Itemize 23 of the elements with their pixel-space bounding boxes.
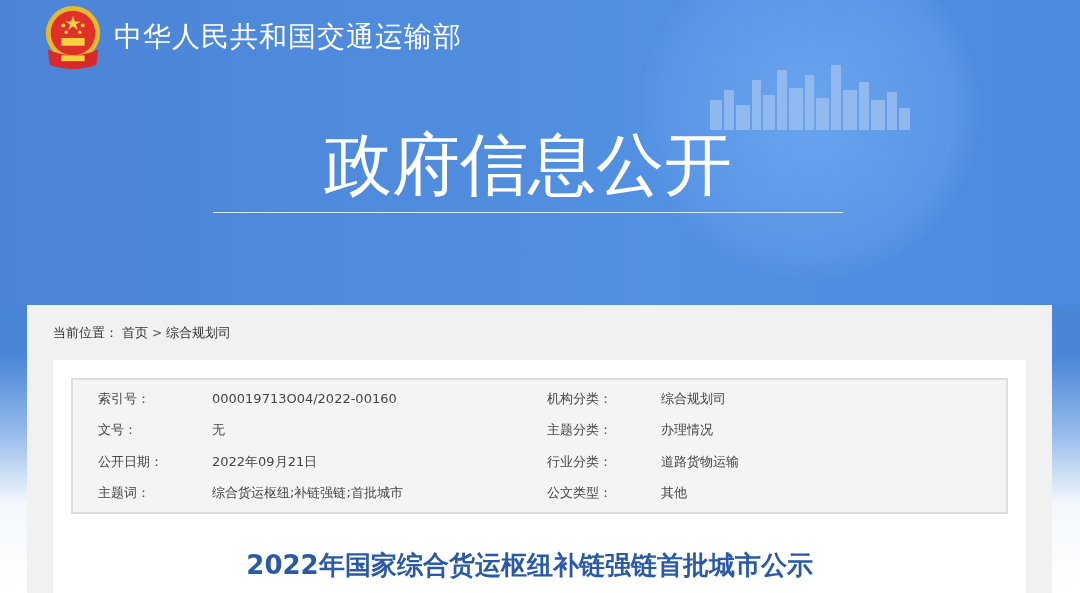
- info-value: 2022年09月21日: [212, 452, 318, 471]
- info-label: 索引号：: [97, 389, 151, 408]
- info-label: 公开日期：: [97, 452, 164, 471]
- info-label: 主题词：: [97, 484, 151, 503]
- info-value: 000019713O04/2022-00160: [212, 391, 397, 407]
- info-value: 其他: [660, 484, 687, 503]
- banner-title: 政府信息公开: [212, 124, 843, 213]
- info-value: 综合规划司: [660, 389, 726, 408]
- info-label: 公文类型：: [545, 484, 613, 503]
- info-label: 主题分类：: [545, 421, 613, 440]
- info-label: 文号：: [97, 421, 138, 440]
- info-label: 行业分类：: [545, 452, 613, 471]
- info-value: 办理情况: [660, 421, 713, 440]
- breadcrumb-label: 当前位置：: [53, 324, 118, 342]
- info-label: 机构分类：: [545, 389, 613, 408]
- info-value: 综合货运枢纽;补链强链;首批城市: [212, 484, 403, 503]
- breadcrumb-link[interactable]: 首页: [122, 324, 148, 342]
- breadcrumb-separator: >: [152, 326, 163, 340]
- breadcrumb-link[interactable]: 综合规划司: [166, 324, 232, 342]
- site-name: 中华人民共和国交通运输部: [114, 19, 462, 55]
- info-value: 道路货物运输: [660, 452, 739, 471]
- info-value: 无: [212, 421, 225, 440]
- article-title: 2022年国家综合货运枢纽补链强链首批城市公示: [245, 549, 814, 582]
